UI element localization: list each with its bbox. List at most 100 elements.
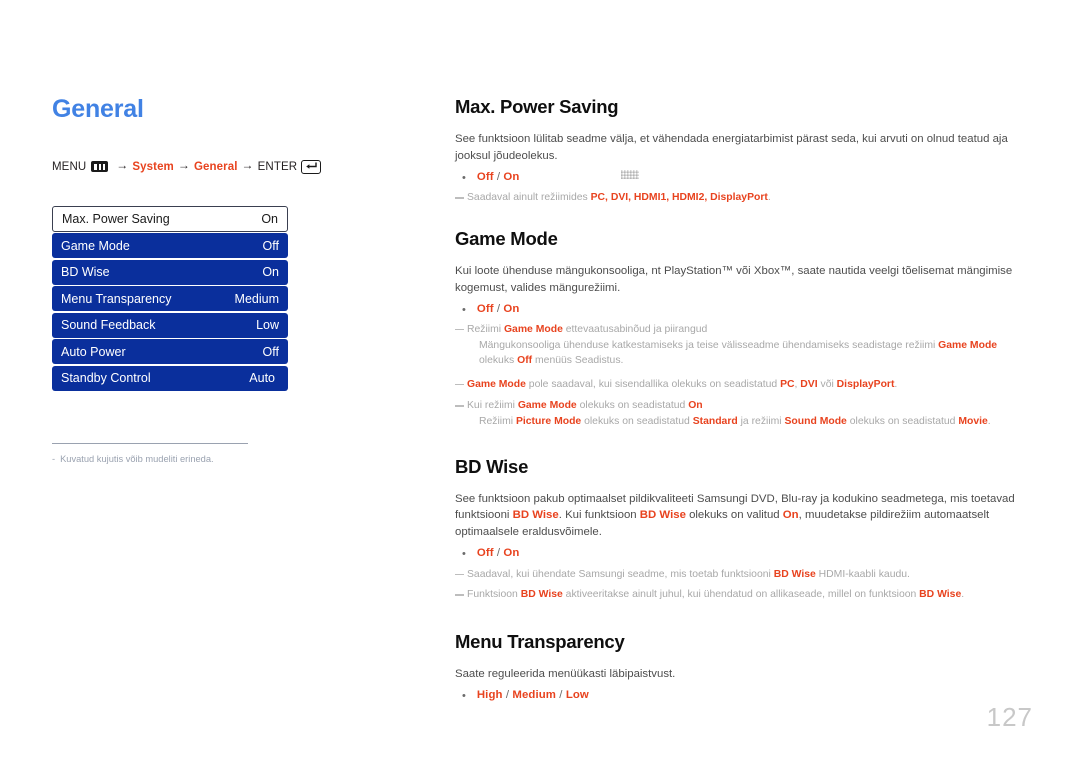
osd-menu-preview: Max. Power Saving On Game Mode Off BD Wi… <box>52 205 288 391</box>
menu-bars-icon <box>91 161 109 172</box>
note-part: olekuks on seadistatud <box>581 415 693 427</box>
note-part-emph: Sound Mode <box>784 415 847 427</box>
note-part-emph: Movie <box>958 415 988 427</box>
note-dash-icon <box>455 197 464 199</box>
note-prefix: Saadaval ainult režiimides <box>467 192 591 204</box>
note-dash-icon <box>455 383 464 386</box>
breadcrumb-enter-label: ENTER <box>257 160 298 173</box>
osd-value: Low <box>256 318 279 332</box>
note-part-emph: Game Mode <box>938 339 998 351</box>
option-line: • Off / On <box>455 303 1033 318</box>
osd-row-standby-control[interactable]: Standby Control Auto <box>52 365 288 391</box>
note-part: ja režiimi <box>737 415 785 427</box>
osd-row-auto-power[interactable]: Auto Power Off <box>52 339 288 364</box>
breadcrumb-step-system: System <box>132 160 174 173</box>
topic-note: Funktsioon BD Wise aktiveeritakse ainult… <box>455 587 1033 603</box>
topic-note: Game Mode pole saadaval, kui sisendallik… <box>455 377 1033 393</box>
osd-label: Sound Feedback <box>61 318 156 332</box>
osd-row-sound-feedback[interactable]: Sound Feedback Low <box>52 312 288 338</box>
note-part: ettevaatusabinõud ja piirangud <box>562 323 708 335</box>
breadcrumb-arrow-3: → <box>241 157 254 172</box>
right-column: Max. Power Saving See funktsioon lülitab… <box>455 96 1033 708</box>
osd-label: Game Mode <box>61 238 130 253</box>
note-part: Saadaval, kui ühendate Samsungi seadme, … <box>467 568 774 580</box>
note-part: Funktsioon <box>467 589 521 601</box>
note-part: või <box>817 378 837 390</box>
osd-label: Max. Power Saving <box>62 211 170 226</box>
option-line: • Off / On <box>455 547 1033 562</box>
osd-row-game-mode[interactable]: Game Mode Off <box>52 233 288 258</box>
topic-title: BD Wise <box>455 455 529 477</box>
topic-title: Menu Transparency <box>455 630 625 652</box>
note-part-emph: Standard <box>692 415 738 427</box>
osd-row-menu-transparency[interactable]: Menu Transparency Medium <box>52 286 288 311</box>
osd-value: Off <box>262 344 279 359</box>
note-text: Funktsioon BD Wise aktiveeritakse ainult… <box>467 587 1033 603</box>
body-part-emph: On <box>782 509 799 522</box>
left-footnote: - Kuvatud kujutis võib mudeliti erineda. <box>52 453 248 466</box>
note-suffix: . <box>767 192 771 204</box>
note-subline: Režiimi Picture Mode olekuks on seadista… <box>479 414 1033 430</box>
option-line: • High / Medium / Low <box>455 689 1033 704</box>
bullet-icon: • <box>462 303 466 316</box>
note-part-emph: PC <box>780 378 795 390</box>
note-part: . <box>894 378 898 390</box>
note-part-emph: DVI <box>800 378 818 390</box>
note-text: Kui režiimi Game Mode olekuks on seadist… <box>467 398 1033 429</box>
left-column: General MENU → System → General → ENTER … <box>52 95 412 466</box>
note-part-emph: Game Mode <box>503 323 563 335</box>
bullet-icon: • <box>462 548 466 561</box>
note-part: olekuks <box>479 355 518 367</box>
note-dash-icon <box>455 594 464 596</box>
topic-title: Game Mode <box>455 227 558 249</box>
note-part: Režiimi <box>467 323 504 335</box>
osd-value: Medium <box>234 291 279 306</box>
breadcrumb-arrow-2: → <box>177 157 190 172</box>
osd-row-max-power-saving[interactable]: Max. Power Saving On <box>52 205 288 232</box>
option-values: High / Medium / Low <box>476 688 589 701</box>
topic-body: See funktsioon lülitab seadme välja, et … <box>455 133 1008 162</box>
option-values: Off / On <box>476 302 520 315</box>
topic-game-mode: Game Mode Kui loote ühenduse mängukonsoo… <box>455 228 1033 430</box>
note-dash-icon <box>455 405 464 407</box>
page-number: 127 <box>986 702 1033 732</box>
note-text: Game Mode pole saadaval, kui sisendallik… <box>467 377 1033 393</box>
osd-value: Auto <box>249 371 275 385</box>
note-text: Saadaval, kui ühendate Samsungi seadme, … <box>467 567 1033 583</box>
note-part-emph: Off <box>517 355 533 367</box>
bullet-icon: • <box>462 171 466 184</box>
topic-note: Režiimi Game Mode ettevaatusabinõud ja p… <box>455 322 1033 369</box>
note-part: . <box>961 589 965 601</box>
note-part-emph: DisplayPort <box>836 378 895 390</box>
osd-value: On <box>261 211 278 226</box>
enter-return-icon <box>301 159 322 174</box>
note-dash-icon <box>455 328 464 331</box>
left-footnote-block: - Kuvatud kujutis võib mudeliti erineda. <box>52 442 248 466</box>
note-subline: Mängukonsooliga ühenduse katkestamiseks … <box>479 338 1033 369</box>
note-part: olekuks on seadistatud <box>846 415 959 427</box>
note-text: Saadaval ainult režiimides PC, DVI, HDMI… <box>467 190 1033 206</box>
breadcrumb-step-general: General <box>194 160 238 173</box>
render-artifact-icon <box>621 170 639 179</box>
note-part: HDMI-kaabli kaudu. <box>815 568 910 580</box>
topic-body: Saate reguleerida menüükasti läbipaistvu… <box>455 667 676 680</box>
note-part-emph: BD Wise <box>520 589 563 601</box>
note-part: aktiveeritakse ainult juhul, kui ühendat… <box>562 589 920 601</box>
note-modes: PC, DVI, HDMI1, HDMI2, DisplayPort <box>590 192 768 204</box>
note-text: Režiimi Game Mode ettevaatusabinõud ja p… <box>467 322 1033 369</box>
body-part-emph: BD Wise <box>512 509 559 522</box>
topic-body: See funktsioon pakub optimaalset pildikv… <box>455 491 1033 542</box>
note-part: Kui režiimi <box>467 400 518 412</box>
bullet-icon: • <box>462 689 466 702</box>
osd-value: On <box>262 265 279 279</box>
breadcrumb-arrow-1: → <box>116 157 129 172</box>
note-part: menüüs Seadistus. <box>532 355 624 367</box>
option-values: Off / On <box>476 547 520 560</box>
osd-row-bd-wise[interactable]: BD Wise On <box>52 259 288 285</box>
osd-value: Off <box>262 238 279 253</box>
body-part: olekuks on valitud <box>685 509 783 522</box>
note-dash-icon <box>455 573 464 576</box>
option-line: • Off / On <box>455 171 1033 186</box>
topic-bd-wise: BD Wise See funktsioon pakub optimaalset… <box>455 456 1033 603</box>
footnote-divider <box>52 442 248 444</box>
